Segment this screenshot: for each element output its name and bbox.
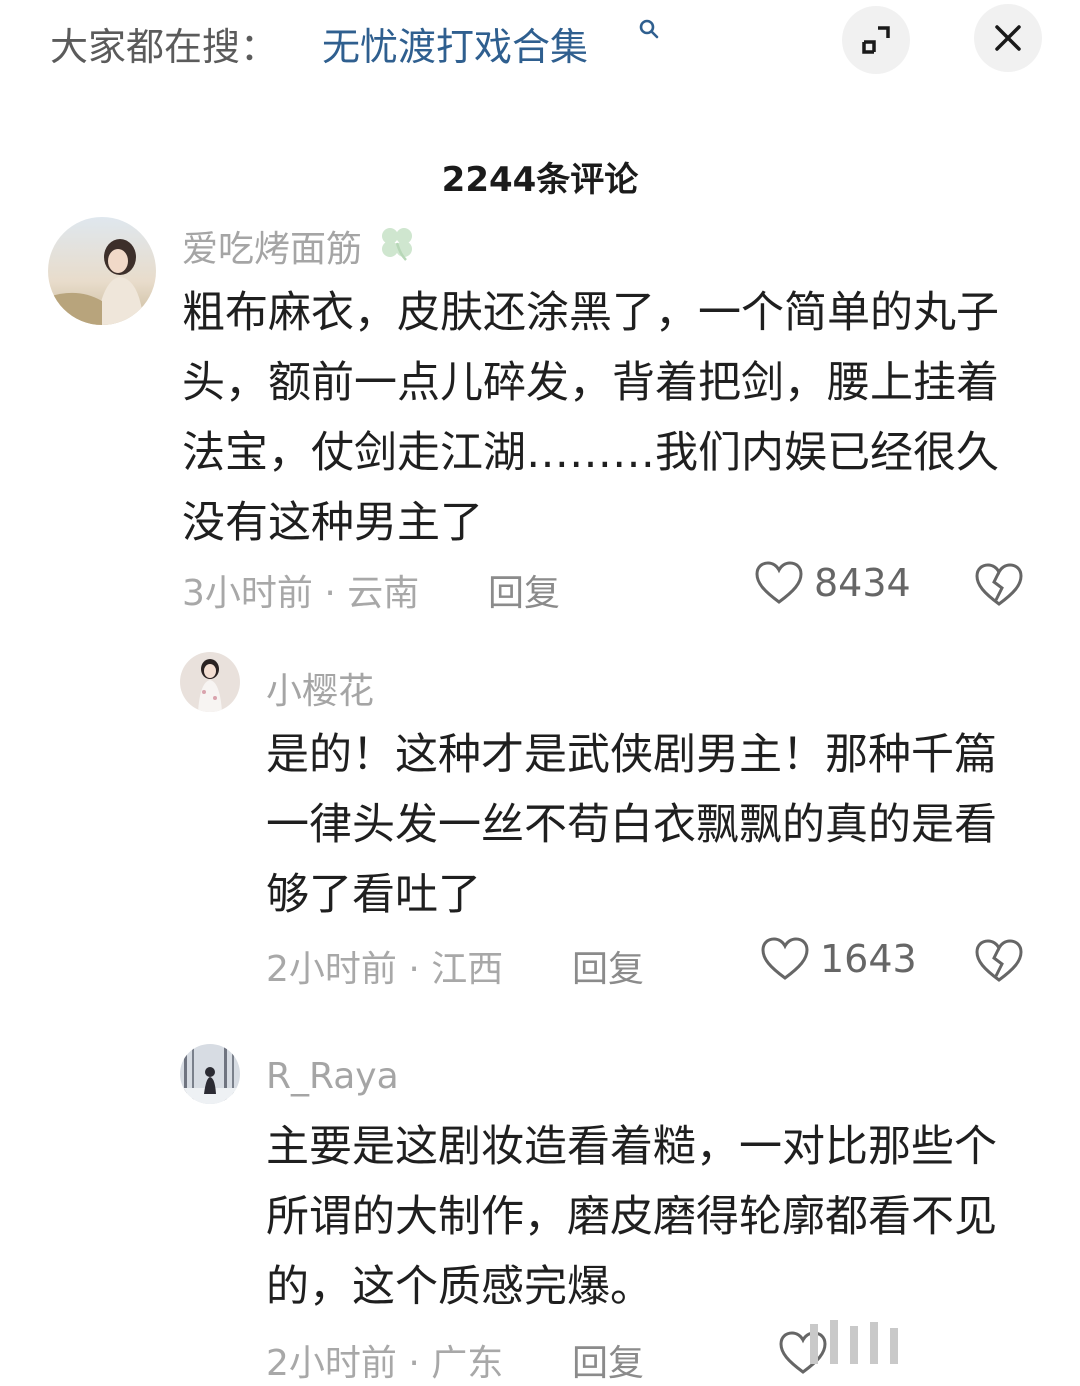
- heart-icon: [761, 937, 809, 980]
- comment-text: 主要是这剧妆造看着糙，一对比那些个所谓的大制作，磨皮磨得轮廓都看不见的，这个质感…: [266, 1122, 997, 1312]
- avatar[interactable]: [48, 217, 156, 325]
- avatar-image: [180, 652, 240, 712]
- like-button[interactable]: 1643: [760, 936, 917, 982]
- watermark-logo: [810, 1320, 898, 1364]
- username[interactable]: 爱吃烤面筋: [182, 220, 362, 272]
- like-count: 1643: [820, 937, 917, 981]
- username[interactable]: 小樱花: [266, 662, 374, 714]
- comment-time-location: 2小时前 · 江西: [266, 949, 504, 990]
- search-suggestion-link[interactable]: 无忧渡打戏合集: [322, 16, 588, 71]
- comment-time-location: 3小时前 · 云南: [182, 573, 420, 614]
- comment-count-title: 2244条评论: [441, 160, 639, 200]
- close-icon: [995, 25, 1021, 51]
- collapse-button[interactable]: [842, 6, 910, 74]
- comment-time-location: 2小时前 · 广东: [266, 1343, 504, 1384]
- collapse-icon: [862, 26, 890, 54]
- top-search-bar: 大家都在搜： 无忧渡打戏合集: [0, 0, 1080, 90]
- like-count: 8434: [814, 561, 911, 605]
- search-icon[interactable]: [638, 18, 660, 40]
- username[interactable]: R_Raya: [266, 1056, 399, 1097]
- clover-icon: [382, 228, 412, 261]
- avatar[interactable]: [180, 652, 240, 712]
- broken-heart-icon[interactable]: [974, 938, 1024, 984]
- search-prefix-label: 大家都在搜：: [50, 25, 279, 69]
- heart-icon: [755, 561, 803, 604]
- comment-text: 粗布麻衣，皮肤还涂黑了，一个简单的丸子头，额前一点儿碎发，背着把剑，腰上挂着法宝…: [182, 288, 999, 548]
- avatar[interactable]: [180, 1044, 240, 1104]
- reply-button[interactable]: 回复: [572, 1334, 644, 1386]
- avatar-image: [180, 1044, 240, 1104]
- reply-button[interactable]: 回复: [572, 940, 644, 992]
- broken-heart-icon[interactable]: [974, 562, 1024, 608]
- avatar-image: [48, 217, 156, 325]
- like-button[interactable]: 8434: [754, 560, 911, 606]
- comment-text: 是的！这种才是武侠剧男主！那种千篇一律头发一丝不苟白衣飘飘的真的是看够了看吐了: [266, 730, 997, 920]
- close-button[interactable]: [974, 4, 1042, 72]
- reply-button[interactable]: 回复: [488, 564, 560, 616]
